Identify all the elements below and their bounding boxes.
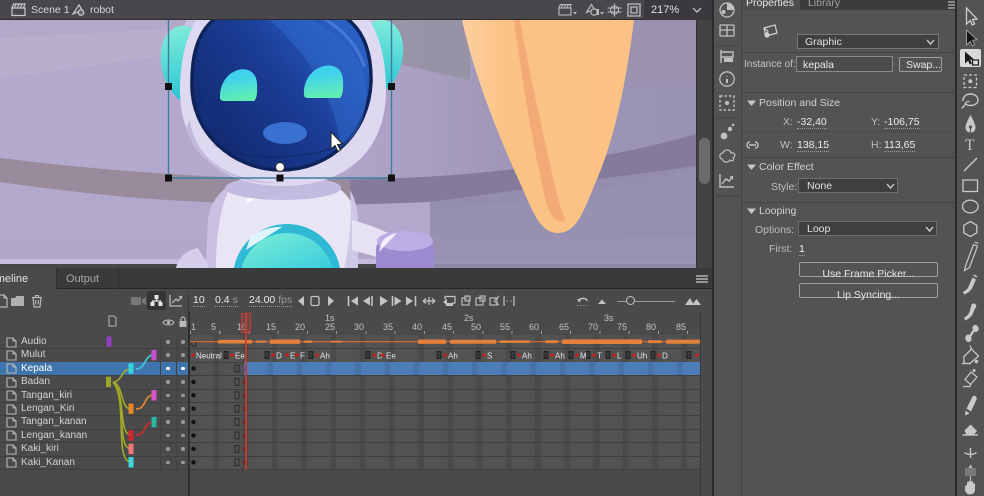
svg-text:Ah: Ah xyxy=(522,351,532,360)
svg-text:S: S xyxy=(487,351,492,360)
svg-text:L: L xyxy=(617,351,622,360)
svg-text:Ee: Ee xyxy=(235,351,245,360)
svg-text:Uh: Uh xyxy=(637,351,647,360)
svg-text:Ee: Ee xyxy=(386,351,396,360)
svg-text:D: D xyxy=(276,351,282,360)
svg-text:Ah: Ah xyxy=(320,351,330,360)
svg-text:Neutral: Neutral xyxy=(196,351,222,360)
svg-text:T: T xyxy=(965,137,975,154)
svg-text:F: F xyxy=(300,351,305,360)
svg-text:T: T xyxy=(597,351,602,360)
svg-text:Ah: Ah xyxy=(448,351,458,360)
svg-text:M: M xyxy=(580,351,587,360)
svg-text:Ah: Ah xyxy=(555,351,565,360)
svg-text:D: D xyxy=(662,351,668,360)
svg-text:E: E xyxy=(290,351,295,360)
